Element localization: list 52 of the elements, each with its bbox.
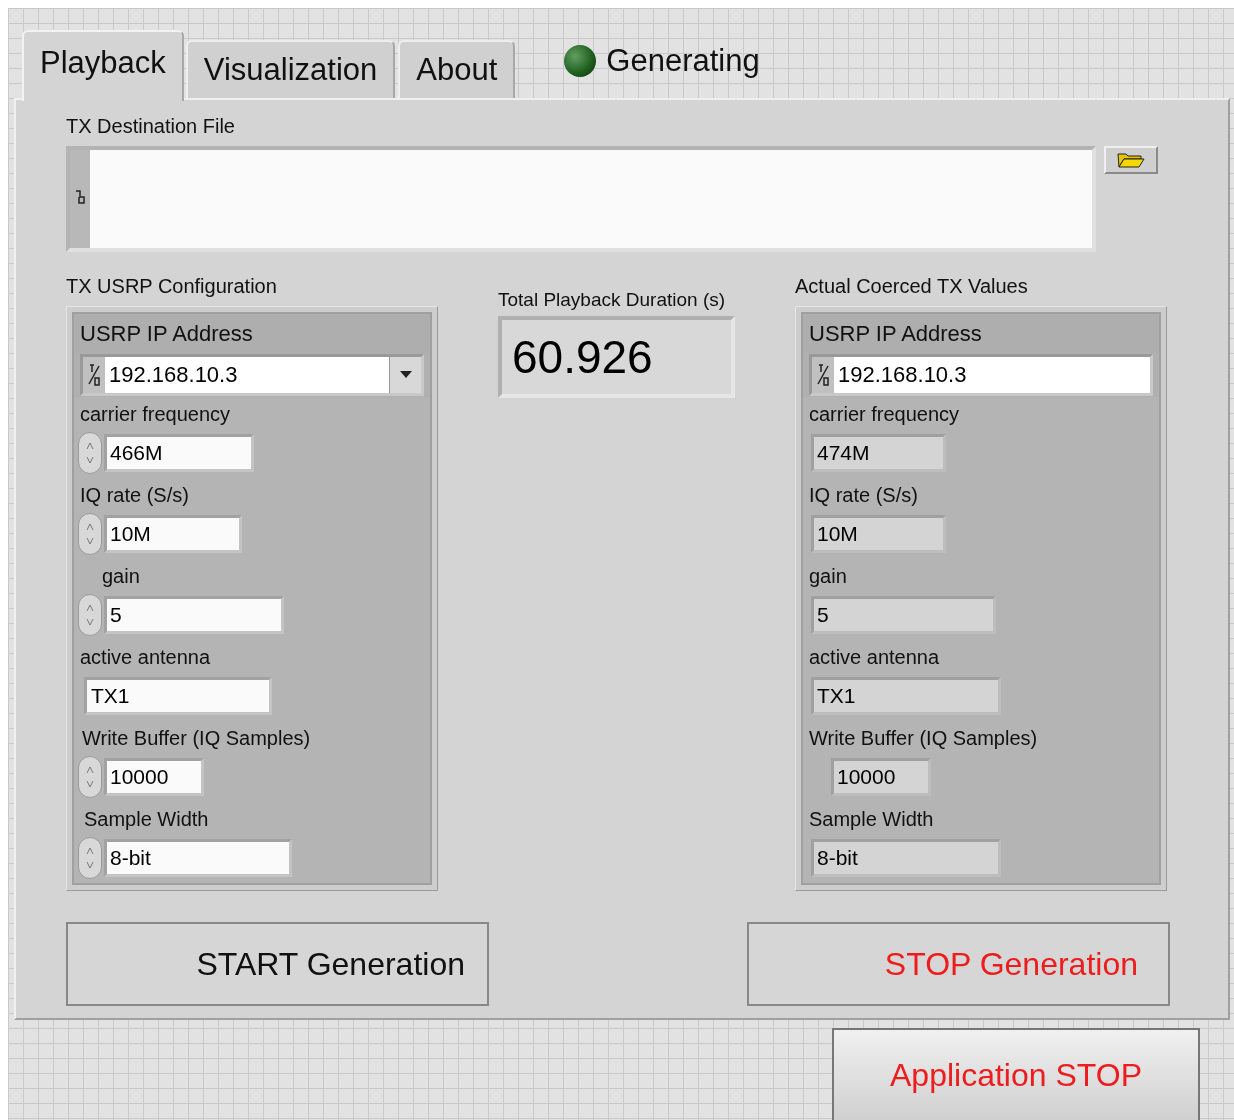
- field-label: Sample Width: [809, 807, 934, 832]
- field-label: IQ rate (S/s): [80, 483, 189, 508]
- dropdown-button[interactable]: [389, 356, 421, 393]
- field-label: gain: [102, 564, 140, 589]
- value-display: 10M: [811, 514, 946, 553]
- increment-decrement-buttons[interactable]: [78, 512, 102, 555]
- field-label: Sample Width: [84, 807, 209, 832]
- field-label: IQ rate (S/s): [809, 483, 918, 508]
- field-label: carrier frequency: [809, 402, 960, 427]
- ip-address-value: 192.168.10.3: [108, 361, 239, 390]
- ip-address-field[interactable]: 192.168.10.3: [809, 353, 1153, 396]
- field-label: active antenna: [80, 645, 211, 670]
- start-generation-button[interactable]: START Generation: [66, 922, 489, 1006]
- value-display: TX1: [811, 676, 1001, 715]
- cluster-title: TX USRP Configuration: [66, 274, 277, 298]
- value-display: 8-bit: [811, 838, 1001, 877]
- field-label: Write Buffer (IQ Samples): [809, 726, 1038, 751]
- numeric-field[interactable]: 8-bit: [104, 838, 292, 877]
- numeric-field[interactable]: 10M: [104, 514, 242, 553]
- numeric-field[interactable]: 5: [104, 595, 284, 634]
- text-field[interactable]: TX1: [84, 676, 272, 715]
- field-label: USRP IP Address: [80, 319, 253, 348]
- ip-address-field[interactable]: 192.168.10.3: [80, 353, 424, 396]
- cluster-title: Actual Coerced TX Values: [795, 274, 1028, 298]
- numeric-field[interactable]: 466M: [104, 433, 254, 472]
- status-label: Generating: [606, 41, 760, 80]
- duration-display: 60.926: [498, 316, 735, 398]
- numeric-field[interactable]: 10000: [104, 757, 204, 796]
- increment-decrement-buttons[interactable]: [78, 431, 102, 474]
- ip-address-value: 192.168.10.3: [837, 361, 968, 390]
- browse-button[interactable]: [1104, 146, 1158, 174]
- tab[interactable]: Playback: [22, 30, 184, 101]
- field-label: USRP IP Address: [809, 319, 982, 348]
- io-name-icon: [812, 356, 834, 393]
- io-name-icon: [83, 356, 105, 393]
- field-label: carrier frequency: [80, 402, 231, 427]
- field-label: gain: [809, 564, 847, 589]
- increment-decrement-buttons[interactable]: [78, 836, 102, 879]
- field-label: active antenna: [809, 645, 940, 670]
- value-display: 5: [811, 595, 996, 634]
- folder-icon: [1117, 152, 1145, 168]
- increment-decrement-buttons[interactable]: [78, 755, 102, 798]
- field-label: TX Destination File: [66, 114, 236, 138]
- field-label: Write Buffer (IQ Samples): [82, 726, 311, 751]
- value-display: 474M: [811, 433, 946, 472]
- tab[interactable]: About: [398, 40, 516, 98]
- file-path-field[interactable]: [66, 146, 1096, 252]
- caret-icon: [399, 371, 412, 379]
- tab[interactable]: Visualization: [185, 40, 396, 98]
- value-display: 10000: [831, 757, 931, 796]
- indicator-label: Total Playback Duration (s): [498, 288, 727, 312]
- increment-decrement-buttons[interactable]: [78, 593, 102, 636]
